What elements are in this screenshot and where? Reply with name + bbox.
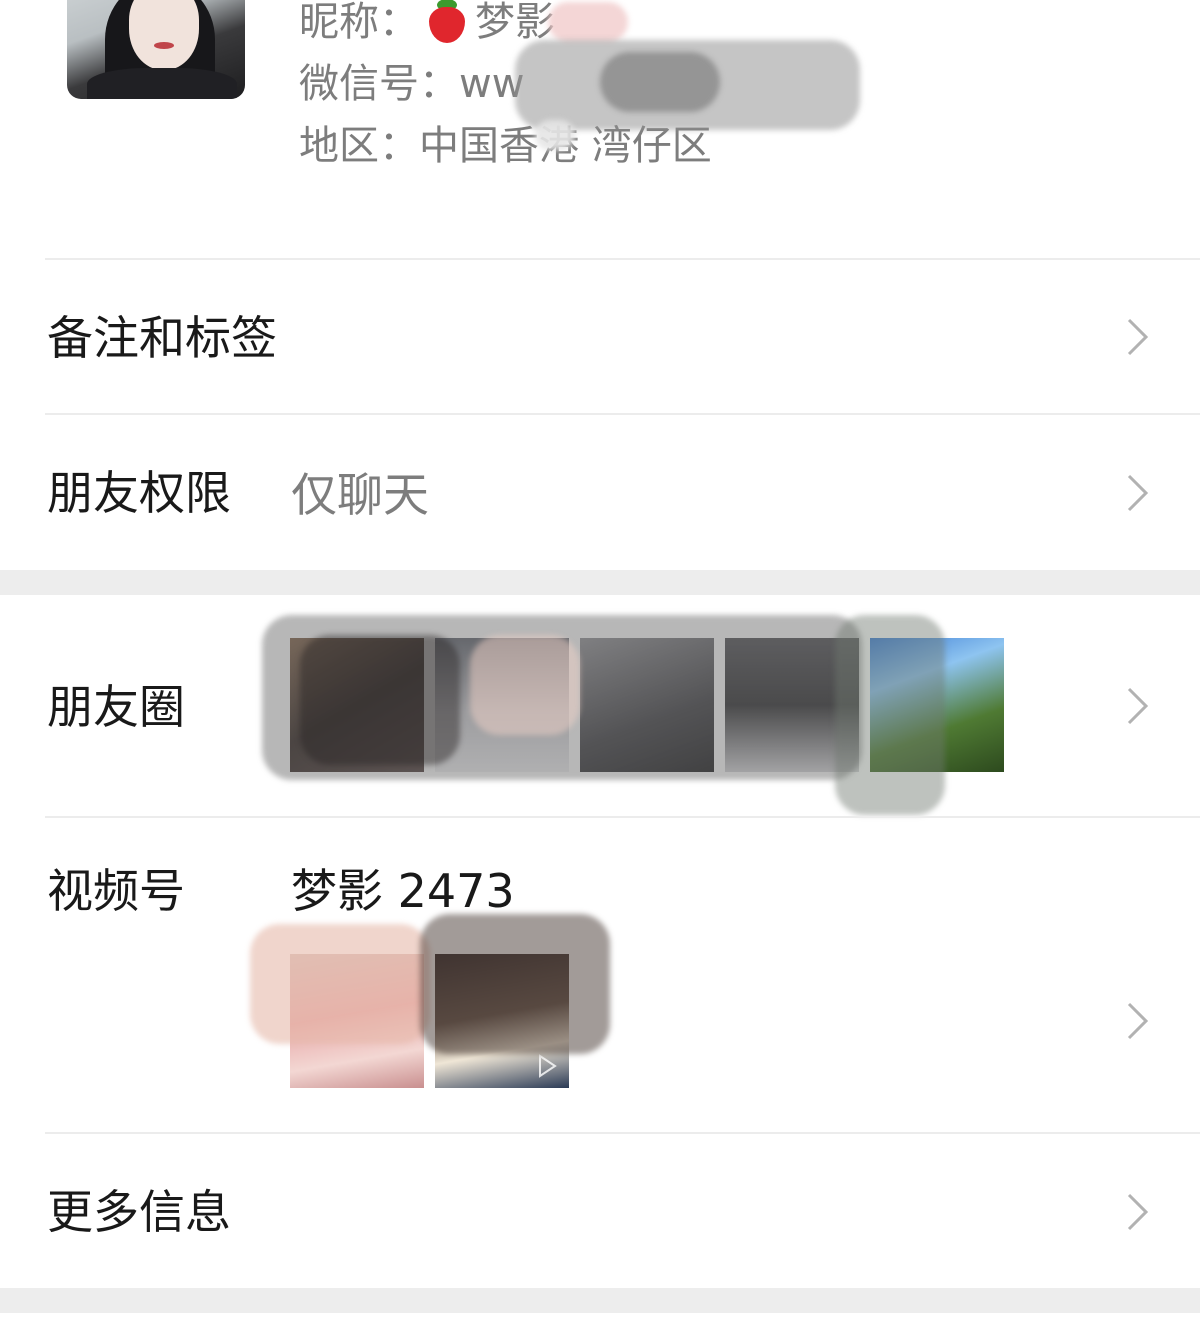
- channels-row[interactable]: 视频号 梦影 2473: [0, 818, 1200, 1132]
- redaction-scribble: [420, 914, 610, 1054]
- moments-label: 朋友圈: [47, 680, 185, 734]
- remarks-tags-row[interactable]: 备注和标签: [0, 260, 1200, 414]
- friend-permissions-label: 朋友权限: [47, 466, 231, 520]
- chevron-right-icon: [1127, 1002, 1149, 1040]
- nickname-line: 昵称： 梦影: [299, 0, 555, 46]
- moments-row[interactable]: 朋友圈: [0, 595, 1200, 816]
- chevron-right-icon: [1127, 1193, 1149, 1231]
- nickname-value: 梦影: [475, 0, 555, 45]
- chevron-right-icon: [1127, 474, 1149, 512]
- chevron-right-icon: [1127, 318, 1149, 356]
- redaction-scribble: [535, 120, 575, 150]
- more-info-label: 更多信息: [47, 1185, 231, 1239]
- region-label: 地区：: [299, 123, 419, 169]
- nickname-label: 昵称：: [299, 0, 419, 45]
- channels-account-name: 梦影 2473: [291, 864, 515, 918]
- chevron-right-icon: [1127, 687, 1149, 725]
- remarks-tags-label: 备注和标签: [47, 311, 277, 365]
- friend-permissions-row[interactable]: 朋友权限 仅聊天: [0, 415, 1200, 570]
- section-gap: [0, 1288, 1200, 1313]
- redaction-scribble: [548, 2, 628, 42]
- avatar[interactable]: [67, 0, 245, 99]
- strawberry-icon: [427, 0, 467, 43]
- profile-header: 昵称： 梦影 微信号：ww 地区：中国香港 湾仔区: [0, 0, 1200, 259]
- wechat-id-line: 微信号：ww: [299, 60, 524, 108]
- redaction-scribble: [300, 635, 460, 765]
- friend-permissions-value: 仅聊天: [291, 468, 429, 522]
- section-gap: [0, 570, 1200, 595]
- play-icon: [539, 1054, 557, 1078]
- redaction-scribble: [470, 635, 580, 735]
- wechat-id-label: 微信号：: [299, 61, 459, 107]
- more-info-row[interactable]: 更多信息: [0, 1134, 1200, 1288]
- redaction-scribble: [250, 924, 430, 1044]
- channels-label: 视频号: [47, 864, 185, 918]
- redaction-scribble: [835, 615, 945, 815]
- redaction-scribble: [600, 52, 720, 112]
